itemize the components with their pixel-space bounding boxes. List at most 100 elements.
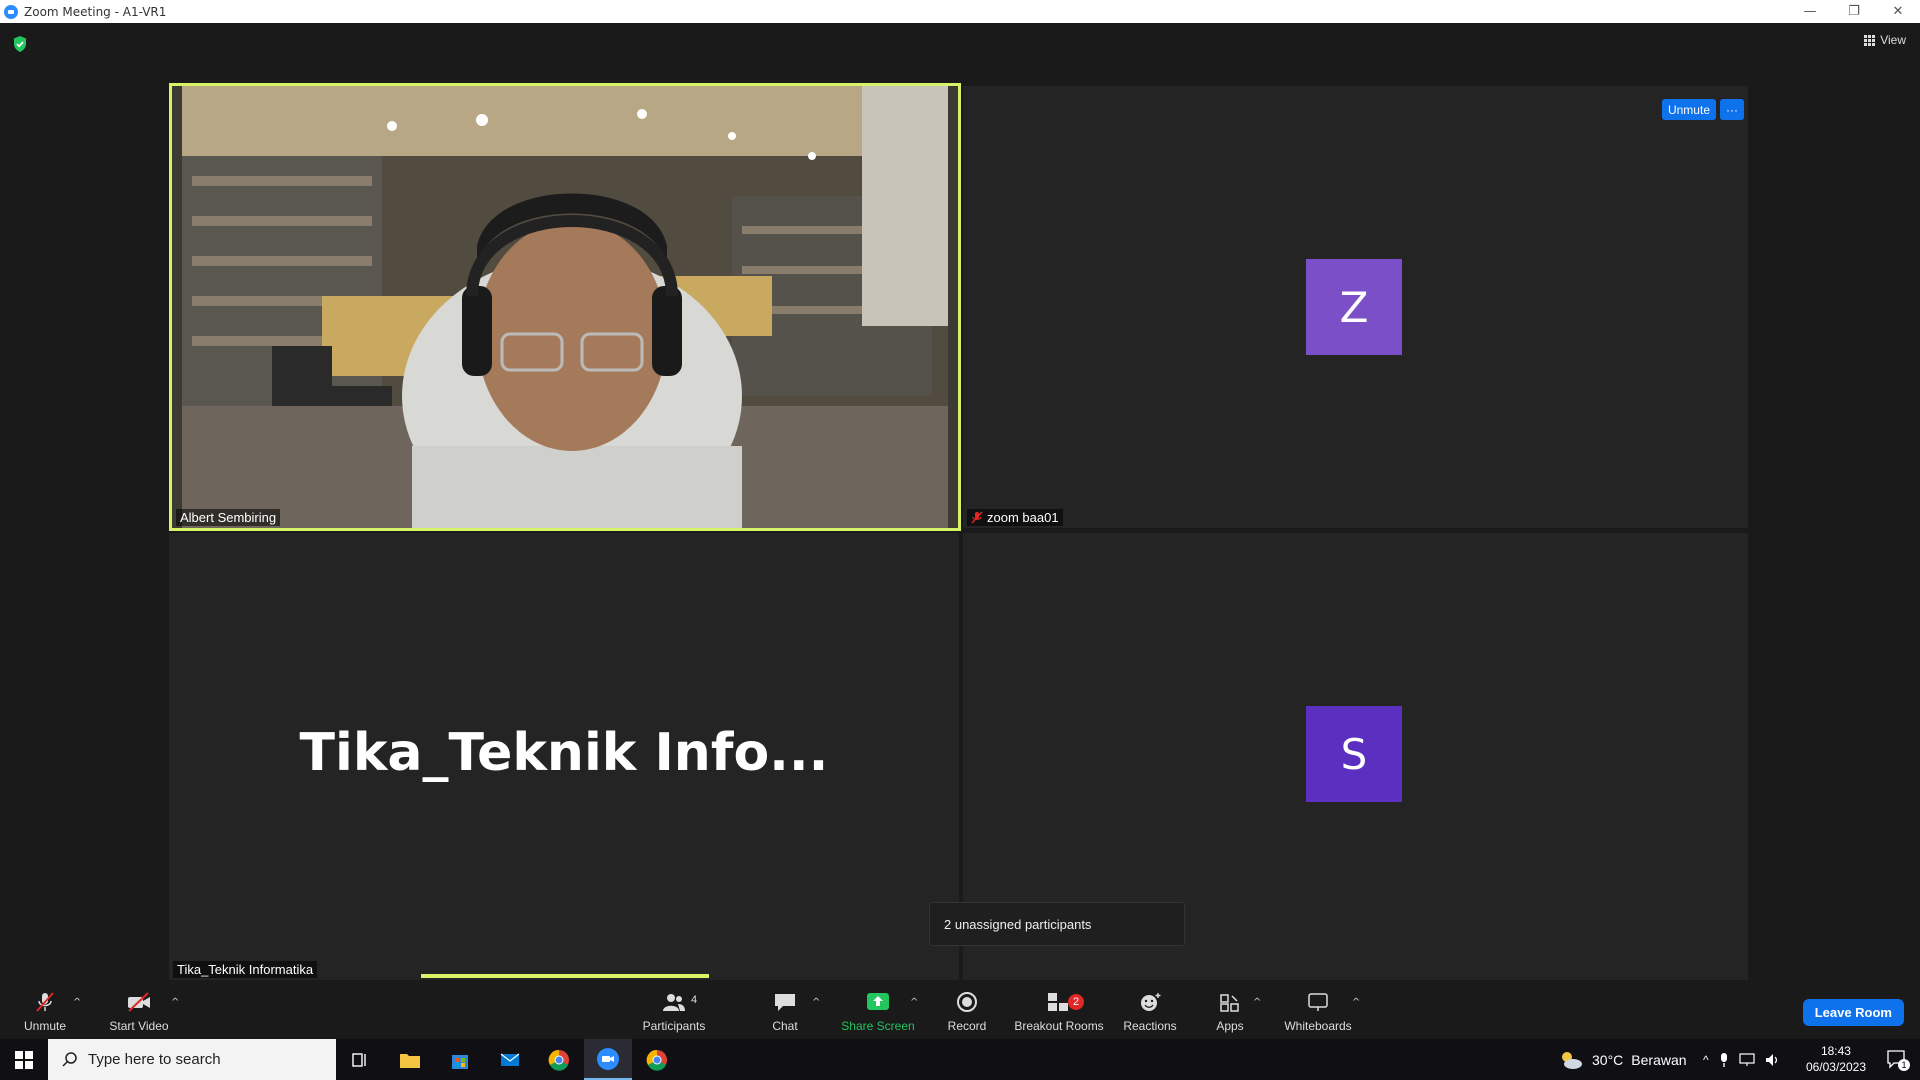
- chat-button[interactable]: Chat: [760, 981, 810, 1039]
- apps-label: Apps: [1216, 1019, 1244, 1033]
- chat-icon: [775, 994, 795, 1011]
- apps-button[interactable]: Apps: [1210, 981, 1250, 1039]
- video-tile-tika[interactable]: Tika_Teknik Info... Tika_Teknik Informat…: [169, 533, 959, 980]
- windows-taskbar: Type here to search 30°C Berawan ^ 18:43…: [0, 1039, 1920, 1080]
- window-title: Zoom Meeting - A1-VR1: [24, 4, 167, 19]
- weather-temp: 30°C: [1592, 1051, 1624, 1068]
- zoom-icon: [597, 1047, 619, 1070]
- whiteboard-icon: [1308, 993, 1328, 1011]
- reactions-button[interactable]: Reactions: [1120, 981, 1180, 1039]
- mail-app[interactable]: [486, 1039, 534, 1080]
- apps-options-caret[interactable]: ^: [1253, 997, 1261, 1008]
- file-explorer-app[interactable]: [386, 1039, 434, 1080]
- participant-name: Tika_Teknik Informatika: [177, 962, 314, 977]
- audio-options-caret[interactable]: ^: [73, 997, 81, 1008]
- restore-button[interactable]: ❐: [1832, 0, 1876, 23]
- participants-icon: [663, 994, 685, 1011]
- weather-desc: Berawan: [1631, 1051, 1687, 1068]
- participant-name-tag: zoom baa01: [967, 509, 1063, 526]
- system-tray: ^: [1703, 1039, 1781, 1080]
- avatar: S: [1306, 706, 1402, 802]
- chrome-app[interactable]: [535, 1039, 583, 1080]
- chrome-icon: [548, 1049, 569, 1071]
- taskbar-search-box[interactable]: Type here to search: [48, 1039, 336, 1080]
- start-button[interactable]: [0, 1039, 48, 1080]
- security-shield-icon[interactable]: [12, 35, 28, 53]
- task-view-button[interactable]: [336, 1039, 384, 1080]
- whiteboards-options-caret[interactable]: ^: [1352, 997, 1360, 1008]
- chevron-up-icon[interactable]: ^: [1703, 1053, 1709, 1067]
- record-label: Record: [947, 1019, 987, 1033]
- chrome-icon: [646, 1049, 667, 1071]
- unmute-button[interactable]: Unmute: [14, 981, 76, 1039]
- windows-logo-icon: [15, 1050, 33, 1069]
- muted-microphone-icon: [36, 992, 54, 1012]
- chat-label: Chat: [772, 1019, 798, 1033]
- unmute-label: Unmute: [23, 1019, 67, 1033]
- start-video-button[interactable]: Start Video: [104, 981, 174, 1039]
- clock-date: 06/03/2023: [1805, 1060, 1866, 1074]
- participant-name-tag: Albert Sembiring: [176, 509, 281, 526]
- unmute-participant-button[interactable]: Unmute: [1661, 99, 1716, 120]
- participant-name: Albert Sembiring: [180, 510, 277, 525]
- grid-view-icon: [1864, 34, 1876, 46]
- view-label: View: [1880, 33, 1906, 47]
- start-video-label: Start Video: [109, 1019, 169, 1033]
- tile-controls: Unmute ···: [1661, 99, 1744, 120]
- record-button[interactable]: Record: [942, 981, 992, 1039]
- more-options-button[interactable]: ···: [1720, 99, 1744, 120]
- mail-icon: [500, 1053, 520, 1066]
- reactions-label: Reactions: [1123, 1019, 1177, 1033]
- zoom-logo-icon: [4, 4, 18, 19]
- folder-icon: [400, 1053, 420, 1068]
- muted-mic-icon: [971, 511, 983, 524]
- chat-options-caret[interactable]: ^: [812, 997, 820, 1008]
- weather-widget[interactable]: 30°C Berawan: [1558, 1039, 1687, 1080]
- store-icon: [452, 1054, 468, 1069]
- apps-icon: [1220, 994, 1239, 1012]
- taskbar-clock[interactable]: 18:43 06/03/2023: [1806, 1043, 1866, 1075]
- whiteboards-button[interactable]: Whiteboards: [1280, 981, 1356, 1039]
- participant-name-tag: Tika_Teknik Informatika: [173, 961, 318, 978]
- whiteboards-label: Whiteboards: [1284, 1019, 1352, 1033]
- active-speaker-indicator: [421, 974, 709, 978]
- notification-center-button[interactable]: 1: [1886, 1049, 1910, 1071]
- participants-label: Participants: [642, 1019, 706, 1033]
- notification-count-badge: 1: [1898, 1059, 1910, 1071]
- reactions-icon: [1141, 993, 1161, 1011]
- meeting-area: View Albert Sembiring Unmute ··· Z zoom …: [0, 23, 1920, 981]
- speaker-icon[interactable]: [1765, 1053, 1781, 1067]
- video-tile-albert[interactable]: Albert Sembiring: [169, 83, 961, 531]
- breakout-rooms-label: Breakout Rooms: [1014, 1019, 1104, 1033]
- minimize-button[interactable]: —: [1788, 0, 1832, 23]
- share-screen-icon: [867, 993, 889, 1010]
- participants-button[interactable]: Participants: [634, 981, 714, 1039]
- task-view-icon: [352, 1052, 366, 1067]
- video-tile-zoom-baa01[interactable]: Unmute ··· Z zoom baa01: [963, 86, 1748, 528]
- search-icon: [62, 1051, 77, 1067]
- window-title-bar: Zoom Meeting - A1-VR1 — ❐ ✕: [0, 0, 1920, 23]
- video-feed-image: [172, 86, 958, 528]
- store-app[interactable]: [436, 1039, 484, 1080]
- participants-count: 4: [691, 994, 698, 1006]
- share-screen-label: Share Screen: [841, 1019, 915, 1033]
- network-icon[interactable]: [1739, 1052, 1755, 1067]
- participant-name: zoom baa01: [987, 510, 1059, 525]
- breakout-rooms-button[interactable]: Breakout Rooms: [1012, 981, 1106, 1039]
- share-options-caret[interactable]: ^: [910, 997, 918, 1008]
- leave-room-button[interactable]: Leave Room: [1802, 999, 1904, 1026]
- avatar: Z: [1306, 259, 1402, 355]
- microphone-icon[interactable]: [1719, 1052, 1729, 1068]
- zoom-app[interactable]: [584, 1039, 632, 1080]
- meeting-toolbar: Unmute ^ Start Video ^ Participants 4 Ch…: [0, 981, 1920, 1039]
- close-button[interactable]: ✕: [1876, 0, 1920, 23]
- breakout-rooms-badge: 2: [1068, 994, 1084, 1010]
- cloudy-weather-icon: [1562, 1051, 1582, 1069]
- share-screen-button[interactable]: Share Screen: [838, 981, 918, 1039]
- clock-time: 18:43: [1820, 1044, 1851, 1058]
- video-off-icon: [128, 992, 150, 1012]
- video-options-caret[interactable]: ^: [171, 997, 179, 1008]
- unassigned-participants-tooltip: 2 unassigned participants: [929, 902, 1185, 946]
- chrome-profile-app[interactable]: [633, 1039, 681, 1080]
- view-button[interactable]: View: [1864, 33, 1906, 47]
